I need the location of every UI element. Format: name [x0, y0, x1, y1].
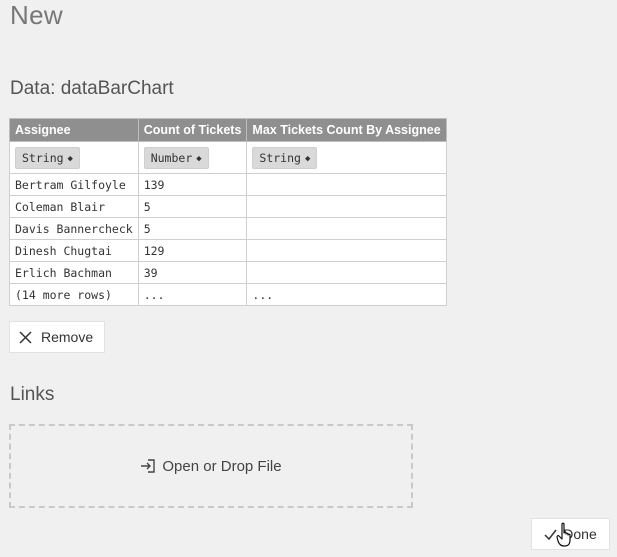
type-select-count[interactable]: Number ◆ — [143, 146, 209, 169]
drop-zone-label: Open or Drop File — [162, 457, 282, 475]
column-header-count: Count of Tickets — [137, 118, 248, 142]
table-cell: 5 — [137, 217, 248, 240]
sort-arrows-icon: ◆ — [304, 153, 311, 164]
table-row: Coleman Blair 5 — [9, 195, 447, 218]
table-cell: Coleman Blair — [9, 195, 139, 218]
table-cell: 129 — [137, 239, 248, 262]
table-cell — [246, 261, 447, 284]
file-drop-zone[interactable]: Open or Drop File — [9, 424, 413, 508]
table-cell: Davis Bannercheck — [9, 217, 139, 240]
table-header-row: Assignee Count of Tickets Max Tickets Co… — [9, 118, 447, 142]
table-cell: ... — [137, 283, 248, 306]
table-row: Erlich Bachman 39 — [9, 261, 447, 284]
page-title: New — [10, 0, 63, 30]
table-cell: 39 — [137, 261, 248, 284]
table-cell: Dinesh Chugtai — [9, 239, 139, 262]
sort-arrows-icon: ◆ — [196, 153, 202, 164]
open-file-icon — [141, 459, 156, 473]
type-row: String ◆ Number ◆ String ◆ — [9, 141, 447, 174]
table-cell — [246, 217, 447, 240]
table-cell — [246, 173, 447, 196]
hand-cursor-icon — [556, 522, 571, 547]
remove-button[interactable]: Remove — [9, 321, 105, 353]
sort-arrows-icon: ◆ — [67, 153, 73, 164]
table-row: Dinesh Chugtai 129 — [9, 239, 447, 262]
table-cell — [246, 195, 447, 218]
table-cell: Erlich Bachman — [9, 261, 139, 284]
column-header-assignee: Assignee — [9, 118, 139, 142]
table-cell: 139 — [137, 173, 248, 196]
table-cell: 5 — [137, 195, 248, 218]
type-cell: String ◆ — [246, 141, 447, 174]
type-cell: Number ◆ — [137, 141, 248, 174]
table-cell: (14 more rows) — [9, 283, 139, 306]
table-cell: ... — [246, 283, 447, 306]
column-header-max: Max Tickets Count By Assignee — [246, 118, 447, 142]
close-icon — [19, 330, 32, 344]
table-row-more: (14 more rows) ... ... — [9, 283, 447, 306]
type-select-assignee[interactable]: String ◆ — [15, 146, 80, 169]
type-select-max[interactable]: String ◆ — [252, 146, 318, 169]
remove-button-label: Remove — [41, 329, 94, 345]
table-row: Bertram Gilfoyle 139 — [9, 173, 447, 196]
links-section-title: Links — [10, 384, 55, 405]
table-row: Davis Bannercheck 5 — [9, 217, 447, 240]
type-cell: String ◆ — [9, 141, 139, 174]
data-section-title: Data: dataBarChart — [10, 78, 174, 99]
data-table: Assignee Count of Tickets Max Tickets Co… — [9, 118, 447, 306]
table-cell — [246, 239, 447, 262]
table-cell: Bertram Gilfoyle — [9, 173, 139, 196]
